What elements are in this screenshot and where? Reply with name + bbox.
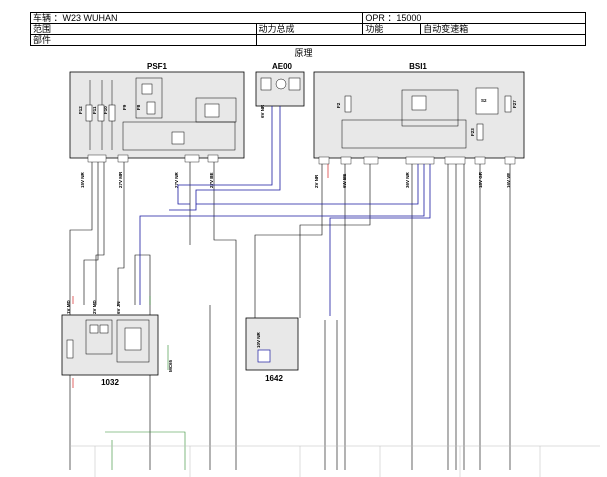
conn-label-6v-jn: 6V JN bbox=[116, 301, 121, 314]
conn-label-27v-be: 27V BE bbox=[209, 172, 214, 188]
wiring-diagram: PSF1 AE00 BSI1 F12 F11 F10 F9 F8 F2 F23 … bbox=[61, 62, 600, 477]
fuse-label-s2: S2 bbox=[481, 98, 487, 103]
fuse-label-f27: F27 bbox=[512, 100, 517, 108]
bottom-wire-area bbox=[70, 445, 600, 477]
bsi1-label: BSI1 bbox=[409, 62, 427, 71]
conn-label-6v-nr: 6V NR bbox=[260, 104, 265, 118]
component-1642 bbox=[245, 317, 299, 371]
bsi1-box bbox=[313, 71, 525, 159]
conn-label-1v-md: 1V MD bbox=[66, 299, 71, 314]
conn-label-27v-mr: 27V MR bbox=[118, 171, 123, 188]
component-1642-label: 1642 bbox=[265, 374, 283, 383]
conn-label-10v-nr: 10V NR bbox=[256, 331, 261, 348]
ae00-box bbox=[255, 71, 305, 107]
ae00-label: AE00 bbox=[272, 62, 293, 71]
psf1-label: PSF1 bbox=[147, 62, 168, 71]
conn-label-2v-md: 2V MD bbox=[92, 299, 97, 314]
psf1-box bbox=[69, 71, 245, 159]
fuse-label-f23: F23 bbox=[470, 128, 475, 136]
component-1032 bbox=[61, 314, 159, 376]
fuse-label-f8: F8 bbox=[136, 104, 141, 110]
conn-label-15v-nr: 15V NR bbox=[80, 171, 85, 188]
conn-label-6w-be: 6W BE bbox=[342, 174, 347, 188]
fuse-label-f12: F12 bbox=[78, 106, 83, 114]
conn-label-2v-nr: 2V NR bbox=[314, 174, 319, 188]
fuse-label-f2: F2 bbox=[336, 102, 341, 108]
conn-label-18v-gr: 18V GR bbox=[478, 171, 483, 188]
fuse-label-f10: F10 bbox=[103, 106, 108, 114]
fuse-label-f9: F9 bbox=[122, 104, 127, 110]
component-1032-label: 1032 bbox=[101, 378, 119, 387]
fuse-label-f11: F11 bbox=[92, 106, 97, 114]
conn-label-36v-nr: 36V NR bbox=[405, 171, 410, 188]
conn-label-mc65: MC65 bbox=[168, 359, 173, 372]
